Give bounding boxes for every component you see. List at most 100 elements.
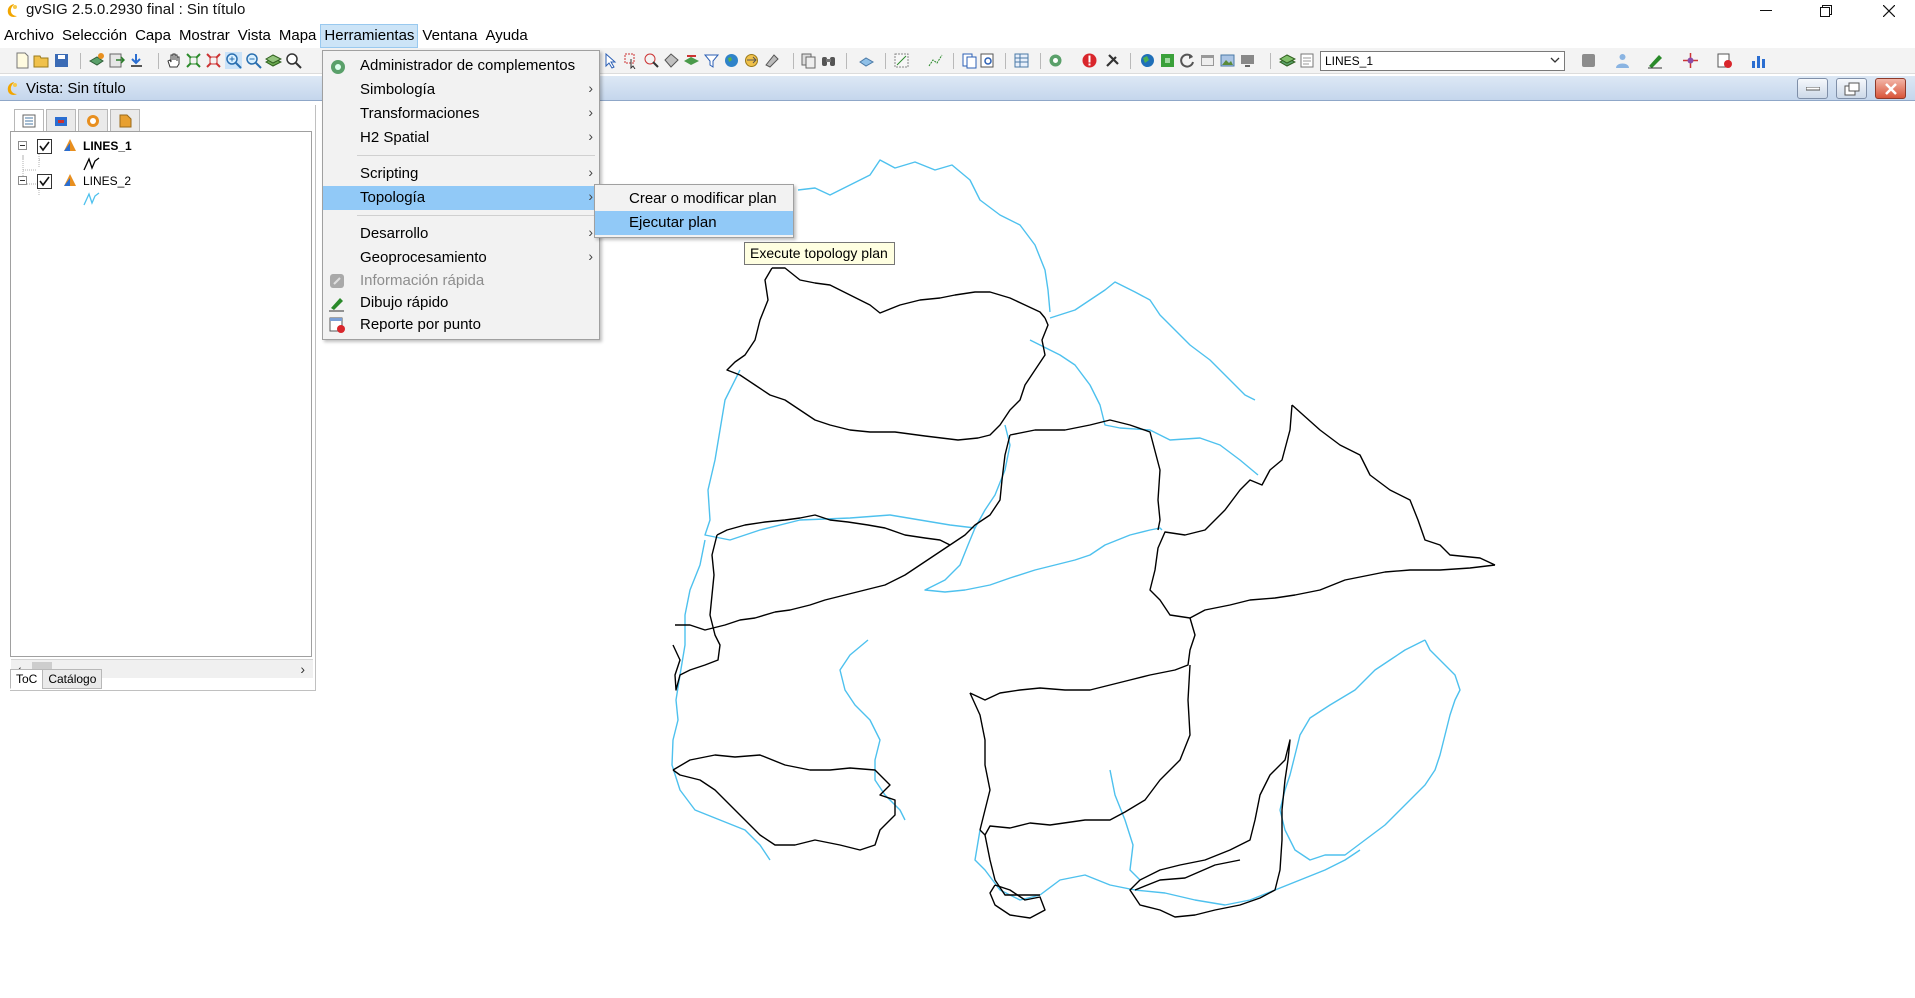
monitor-icon[interactable] (1239, 52, 1256, 69)
tab-favorites[interactable] (110, 109, 140, 131)
menu-item-crear-modificar-plan[interactable]: Crear o modificar plan (595, 187, 793, 211)
tab-toc[interactable]: ToC (10, 669, 44, 689)
select-rectangle-icon[interactable] (623, 52, 640, 69)
view-frame-title-bar[interactable]: Vista: Sin título (0, 76, 1915, 101)
earth-icon[interactable] (1139, 52, 1156, 69)
scroll-right-icon[interactable]: › (300, 661, 305, 677)
tab-add-data[interactable] (46, 109, 76, 131)
menu-item-scripting[interactable]: Scripting › (323, 162, 599, 186)
invert-selection-icon[interactable] (743, 52, 760, 69)
menu-vista[interactable]: Vista (234, 24, 275, 48)
active-layer-select[interactable]: LINES_1 (1320, 51, 1565, 71)
menu-item-administrador-complementos[interactable]: Administrador de complementos (323, 54, 599, 78)
select-circle-icon[interactable] (643, 52, 660, 69)
menu-item-h2-spatial[interactable]: H2 Spatial › (323, 126, 599, 150)
zoom-previous-icon[interactable] (285, 52, 302, 69)
save-icon[interactable] (53, 52, 70, 69)
layer-visibility-checkbox[interactable] (37, 139, 52, 154)
menu-item-simbologia[interactable]: Simbología › (323, 78, 599, 102)
print-preview-icon[interactable] (979, 52, 996, 69)
copy-icon[interactable] (800, 52, 817, 69)
layer-properties-icon[interactable] (1299, 52, 1316, 69)
image-icon[interactable] (1219, 52, 1236, 69)
filter-icon[interactable] (703, 52, 720, 69)
menu-mostrar[interactable]: Mostrar (175, 24, 234, 48)
menu-capa[interactable]: Capa (131, 24, 175, 48)
window-icon[interactable] (1199, 52, 1216, 69)
tools-icon[interactable] (1104, 52, 1121, 69)
user-icon[interactable] (1614, 52, 1631, 69)
zoom-out-icon[interactable] (245, 52, 262, 69)
restore-button[interactable] (1803, 0, 1849, 22)
globe-icon[interactable] (723, 52, 740, 69)
view-maximize-button[interactable] (1836, 78, 1867, 99)
pencil-icon (329, 298, 344, 312)
menu-ayuda[interactable]: Ayuda (481, 24, 531, 48)
layer-node-lines-1[interactable]: LINES_1 (11, 137, 311, 171)
tab-catalogo[interactable]: Catálogo (42, 669, 103, 689)
toolbar-separator (885, 53, 886, 69)
menu-bar: Archivo Selección Capa Mostrar Vista Map… (0, 24, 1915, 48)
measure-area-icon[interactable] (893, 52, 910, 69)
menu-herramientas[interactable]: Herramientas (320, 24, 419, 48)
settings-gear-icon[interactable] (1047, 52, 1064, 69)
raster-icon[interactable] (1159, 52, 1176, 69)
menu-item-dibujo-rapido[interactable]: Dibujo rápido (323, 291, 599, 315)
error-icon[interactable] (1081, 52, 1098, 69)
menu-separator (357, 215, 595, 216)
edit-layer-icon[interactable] (1580, 52, 1597, 69)
menu-item-ejecutar-plan[interactable]: Ejecutar plan (595, 211, 793, 235)
menu-item-transformaciones[interactable]: Transformaciones › (323, 102, 599, 126)
blue-line-feature (924, 424, 1163, 593)
blue-line-feature (1109, 769, 1141, 881)
select-by-layer-icon[interactable] (683, 52, 700, 69)
select-polygon-icon[interactable] (663, 52, 680, 69)
new-document-icon[interactable] (14, 52, 31, 69)
view-minimize-button[interactable] (1797, 78, 1828, 99)
refresh-icon[interactable] (1179, 52, 1196, 69)
table-icon[interactable] (1013, 52, 1030, 69)
quick-draw-icon[interactable] (1647, 52, 1664, 69)
zoom-layer-icon[interactable] (265, 52, 282, 69)
bar-chart-icon[interactable] (1750, 52, 1767, 69)
download-icon[interactable] (128, 52, 145, 69)
zoom-select-icon[interactable] (205, 52, 222, 69)
point-report-icon[interactable] (1716, 52, 1733, 69)
info-icon (330, 274, 344, 288)
binoculars-icon[interactable] (820, 52, 837, 69)
menu-mapa[interactable]: Mapa (275, 24, 321, 48)
attribute-table-icon[interactable] (858, 52, 875, 69)
layer-visibility-checkbox[interactable] (37, 174, 52, 189)
export-icon[interactable] (108, 52, 125, 69)
close-window-button[interactable] (1866, 0, 1912, 22)
toc-panel: LINES_1 LINES_2 › ToC Catálogo (10, 105, 316, 998)
menu-seleccion[interactable]: Selección (58, 24, 131, 48)
menu-ventana[interactable]: Ventana (418, 24, 481, 48)
add-layer-icon[interactable] (88, 52, 105, 69)
menu-archivo[interactable]: Archivo (0, 24, 58, 48)
open-folder-icon[interactable] (33, 52, 50, 69)
menu-item-topologia[interactable]: Topología › (323, 186, 599, 210)
layout-icon[interactable] (961, 52, 978, 69)
measure-distance-icon[interactable] (927, 52, 944, 69)
collapse-toggle[interactable] (18, 176, 27, 185)
menu-item-desarrollo[interactable]: Desarrollo › (323, 222, 599, 246)
tab-sources[interactable] (78, 109, 108, 131)
layer-node-lines-2[interactable]: LINES_2 (11, 172, 311, 206)
zoom-in-icon[interactable] (225, 52, 242, 69)
menu-item-reporte-por-punto[interactable]: Reporte por punto (323, 313, 599, 337)
layers-edit-icon[interactable] (1279, 52, 1296, 69)
submenu-arrow-icon: › (588, 104, 593, 120)
view-close-button[interactable] (1875, 78, 1906, 99)
crosshair-point-icon[interactable] (1682, 52, 1699, 69)
gvsig-logo-icon (5, 3, 19, 23)
pan-hand-icon[interactable] (165, 52, 182, 69)
select-point-icon[interactable] (603, 52, 620, 69)
collapse-toggle[interactable] (18, 141, 27, 150)
menu-item-geoprocesamiento[interactable]: Geoprocesamiento › (323, 246, 599, 270)
zoom-full-icon[interactable] (185, 52, 202, 69)
clear-selection-icon[interactable] (763, 52, 780, 69)
minimize-button[interactable] (1743, 0, 1789, 22)
tab-layers[interactable] (14, 109, 44, 131)
black-line-feature (774, 434, 1011, 613)
